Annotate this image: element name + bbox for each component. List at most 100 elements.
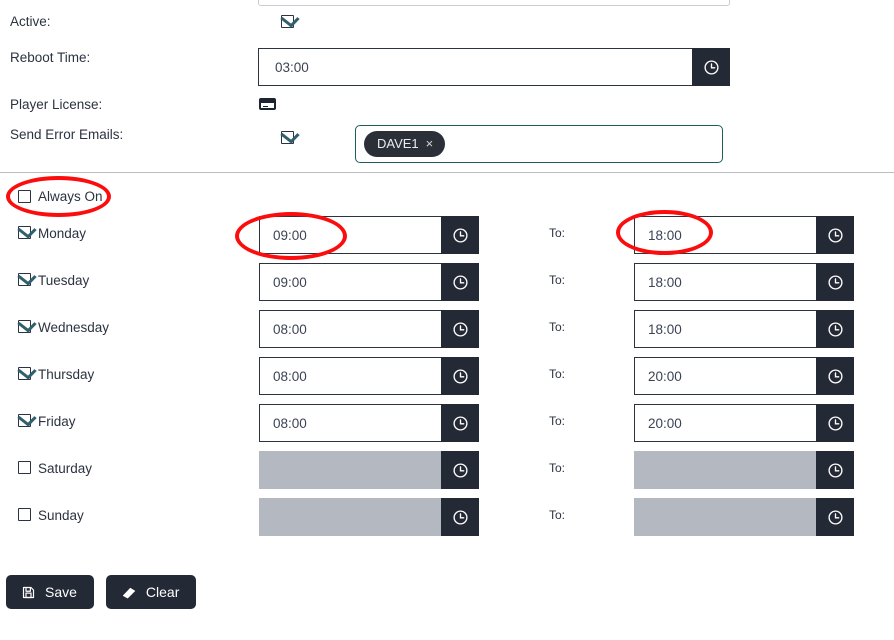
cutoff-input-above[interactable]	[258, 0, 730, 6]
clock-icon	[827, 227, 843, 243]
from-time-group-thursday: 08:00	[259, 357, 479, 395]
clock-icon	[452, 368, 468, 384]
to-time-group-saturday	[634, 451, 854, 489]
from-time-group-friday: 08:00	[259, 404, 479, 442]
day-label-wednesday: Wednesday	[38, 320, 110, 335]
day-label-sunday: Sunday	[38, 508, 84, 523]
send-error-emails-checkbox[interactable]	[281, 131, 294, 144]
to-time-group-friday: 20:00	[634, 404, 854, 442]
settings-form-page: Active: Reboot Time: 03:00 Player Licens…	[0, 0, 894, 640]
reboot-time-clock-button[interactable]	[692, 48, 730, 86]
from-time-clock-button-monday[interactable]	[441, 216, 479, 254]
to-label-friday: To:	[549, 414, 566, 428]
eraser-icon	[122, 587, 135, 599]
day-checkbox-saturday[interactable]	[18, 461, 31, 474]
from-time-clock-button-wednesday[interactable]	[441, 310, 479, 348]
active-label: Active:	[10, 14, 51, 29]
from-time-group-monday: 09:00	[259, 216, 479, 254]
day-checkbox-sunday[interactable]	[18, 508, 31, 521]
to-label-thursday: To:	[549, 367, 566, 381]
day-checkbox-wednesday[interactable]	[18, 320, 31, 333]
clock-icon	[452, 227, 468, 243]
reboot-time-label: Reboot Time:	[10, 50, 91, 65]
reboot-time-group: 03:00	[258, 48, 730, 86]
from-time-group-tuesday: 09:00	[259, 263, 479, 301]
day-label-friday: Friday	[38, 414, 76, 429]
day-label-saturday: Saturday	[38, 461, 93, 476]
save-button-label: Save	[45, 584, 77, 600]
clock-icon	[452, 274, 468, 290]
to-time-input-saturday[interactable]	[634, 451, 816, 489]
clock-icon	[827, 462, 843, 478]
from-time-input-wednesday[interactable]: 08:00	[259, 310, 441, 348]
to-label-sunday: To:	[549, 508, 566, 522]
to-time-clock-button-thursday[interactable]	[816, 357, 854, 395]
from-time-input-monday[interactable]: 09:00	[259, 216, 441, 254]
from-time-group-wednesday: 08:00	[259, 310, 479, 348]
day-checkbox-friday[interactable]	[18, 414, 31, 427]
clock-icon	[827, 509, 843, 525]
from-time-clock-button-friday[interactable]	[441, 404, 479, 442]
to-time-group-thursday: 20:00	[634, 357, 854, 395]
from-time-input-saturday[interactable]	[259, 451, 441, 489]
clock-icon	[827, 368, 843, 384]
player-license-label: Player License:	[10, 97, 103, 112]
to-time-input-monday[interactable]: 18:00	[634, 216, 816, 254]
clock-icon	[452, 509, 468, 525]
to-label-monday: To:	[549, 226, 566, 240]
clock-icon	[703, 59, 719, 75]
to-time-clock-button-tuesday[interactable]	[816, 263, 854, 301]
to-label-saturday: To:	[549, 461, 566, 475]
to-time-clock-button-sunday[interactable]	[816, 498, 854, 536]
from-time-clock-button-tuesday[interactable]	[441, 263, 479, 301]
clock-icon	[827, 274, 843, 290]
clock-icon	[827, 321, 843, 337]
day-label-tuesday: Tuesday	[38, 273, 90, 288]
error-email-multiselect[interactable]: DAVE1 ×	[355, 125, 723, 163]
clock-icon	[452, 462, 468, 478]
to-time-clock-button-monday[interactable]	[816, 216, 854, 254]
email-tag-chip[interactable]: DAVE1 ×	[364, 131, 446, 157]
to-time-clock-button-saturday[interactable]	[816, 451, 854, 489]
to-time-input-sunday[interactable]	[634, 498, 816, 536]
from-time-clock-button-sunday[interactable]	[441, 498, 479, 536]
from-time-input-friday[interactable]: 08:00	[259, 404, 441, 442]
from-time-group-sunday	[259, 498, 479, 536]
day-label-thursday: Thursday	[38, 367, 95, 382]
clear-button[interactable]: Clear	[105, 575, 197, 609]
action-button-bar: Save Clear	[6, 575, 197, 609]
from-time-group-saturday	[259, 451, 479, 489]
to-time-input-thursday[interactable]: 20:00	[634, 357, 816, 395]
send-error-emails-label: Send Error Emails:	[10, 127, 124, 142]
to-time-group-monday: 18:00	[634, 216, 854, 254]
from-time-clock-button-saturday[interactable]	[441, 451, 479, 489]
clock-icon	[452, 415, 468, 431]
day-label-monday: Monday	[38, 226, 87, 241]
day-checkbox-monday[interactable]	[18, 226, 31, 239]
from-time-input-sunday[interactable]	[259, 498, 441, 536]
day-checkbox-tuesday[interactable]	[18, 273, 31, 286]
to-time-input-tuesday[interactable]: 18:00	[634, 263, 816, 301]
to-time-clock-button-friday[interactable]	[816, 404, 854, 442]
credit-card-icon[interactable]	[259, 98, 276, 110]
from-time-input-thursday[interactable]: 08:00	[259, 357, 441, 395]
reboot-time-input[interactable]: 03:00	[258, 48, 692, 86]
to-time-input-wednesday[interactable]: 18:00	[634, 310, 816, 348]
always-on-checkbox[interactable]	[18, 190, 31, 203]
to-time-clock-button-wednesday[interactable]	[816, 310, 854, 348]
save-button[interactable]: Save	[6, 575, 94, 609]
always-on-label: Always On	[38, 189, 103, 204]
from-time-input-tuesday[interactable]: 09:00	[259, 263, 441, 301]
remove-tag-icon[interactable]: ×	[426, 137, 434, 150]
to-time-input-friday[interactable]: 20:00	[634, 404, 816, 442]
from-time-clock-button-thursday[interactable]	[441, 357, 479, 395]
day-checkbox-thursday[interactable]	[18, 367, 31, 380]
clock-icon	[452, 321, 468, 337]
active-checkbox[interactable]	[281, 15, 294, 28]
to-label-tuesday: To:	[549, 273, 566, 287]
to-time-group-wednesday: 18:00	[634, 310, 854, 348]
to-label-wednesday: To:	[549, 320, 566, 334]
section-divider	[0, 172, 894, 173]
floppy-disk-icon	[22, 586, 35, 598]
clear-button-label: Clear	[145, 584, 180, 600]
